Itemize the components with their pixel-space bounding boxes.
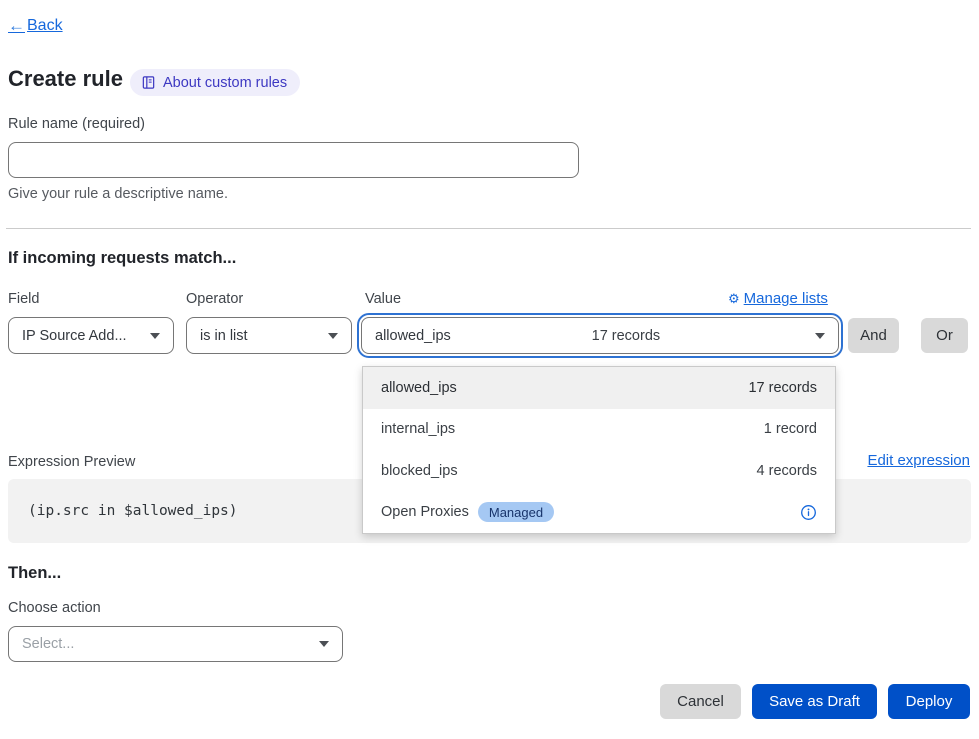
value-select-records: 17 records	[592, 328, 661, 344]
deploy-button[interactable]: Deploy	[888, 684, 970, 719]
expression-code: (ip.src in $allowed_ips)	[28, 503, 238, 519]
back-label: Back	[27, 17, 63, 35]
page-title: Create rule	[8, 66, 123, 92]
about-badge-label: About custom rules	[163, 75, 287, 91]
chevron-down-icon	[150, 333, 160, 339]
cancel-button[interactable]: Cancel	[660, 684, 741, 719]
back-arrow-icon: ←	[8, 16, 25, 36]
value-select[interactable]: allowed_ips 17 records	[361, 317, 839, 354]
chevron-down-icon	[815, 333, 825, 339]
section-divider	[6, 228, 971, 229]
operator-select[interactable]: is in list	[186, 317, 352, 354]
action-select-placeholder: Select...	[22, 636, 74, 652]
value-select-value: allowed_ips	[375, 328, 451, 344]
list-item-records: 1 record	[764, 421, 817, 437]
list-item-blocked-ips[interactable]: blocked_ips 4 records	[363, 450, 835, 492]
value-dropdown-menu: allowed_ips 17 records internal_ips 1 re…	[362, 366, 836, 534]
edit-expression-link[interactable]: Edit expression	[867, 452, 970, 469]
book-icon	[141, 75, 156, 90]
rule-name-helper: Give your rule a descriptive name.	[8, 186, 228, 202]
managed-badge: Managed	[478, 502, 554, 522]
operator-label: Operator	[186, 291, 243, 307]
list-item-records: 4 records	[757, 463, 817, 479]
field-select[interactable]: IP Source Add...	[8, 317, 174, 354]
list-item-records: 17 records	[748, 380, 817, 396]
create-rule-page: ← Back Create rule About custom rules Ru…	[0, 0, 979, 739]
list-item-name: internal_ips	[381, 421, 455, 437]
operator-select-value: is in list	[200, 328, 248, 344]
about-custom-rules-link[interactable]: About custom rules	[130, 69, 300, 96]
and-button[interactable]: And	[848, 318, 899, 353]
gear-icon: ⚙	[728, 291, 740, 307]
list-item-name: Open Proxies	[381, 504, 469, 520]
chevron-down-icon	[328, 333, 338, 339]
list-item-allowed-ips[interactable]: allowed_ips 17 records	[363, 367, 835, 409]
list-item-name: blocked_ips	[381, 463, 458, 479]
expression-preview-label: Expression Preview	[8, 454, 135, 470]
then-section-heading: Then...	[8, 564, 61, 583]
action-select[interactable]: Select...	[8, 626, 343, 662]
rule-name-label: Rule name (required)	[8, 116, 145, 132]
match-section-heading: If incoming requests match...	[8, 249, 236, 268]
field-label: Field	[8, 291, 39, 307]
field-select-value: IP Source Add...	[22, 328, 127, 344]
list-item-name: allowed_ips	[381, 380, 457, 396]
list-item-internal-ips[interactable]: internal_ips 1 record	[363, 409, 835, 451]
back-link[interactable]: ← Back	[8, 16, 63, 36]
choose-action-label: Choose action	[8, 600, 101, 616]
value-label: Value	[365, 291, 401, 307]
manage-lists-label: Manage lists	[744, 290, 828, 307]
manage-lists-link[interactable]: ⚙ Manage lists	[728, 290, 828, 307]
rule-name-input[interactable]	[8, 142, 579, 178]
chevron-down-icon	[319, 641, 329, 647]
info-icon[interactable]	[800, 504, 817, 521]
save-as-draft-button[interactable]: Save as Draft	[752, 684, 877, 719]
or-button[interactable]: Or	[921, 318, 968, 353]
list-item-open-proxies[interactable]: Open Proxies Managed	[363, 492, 835, 534]
